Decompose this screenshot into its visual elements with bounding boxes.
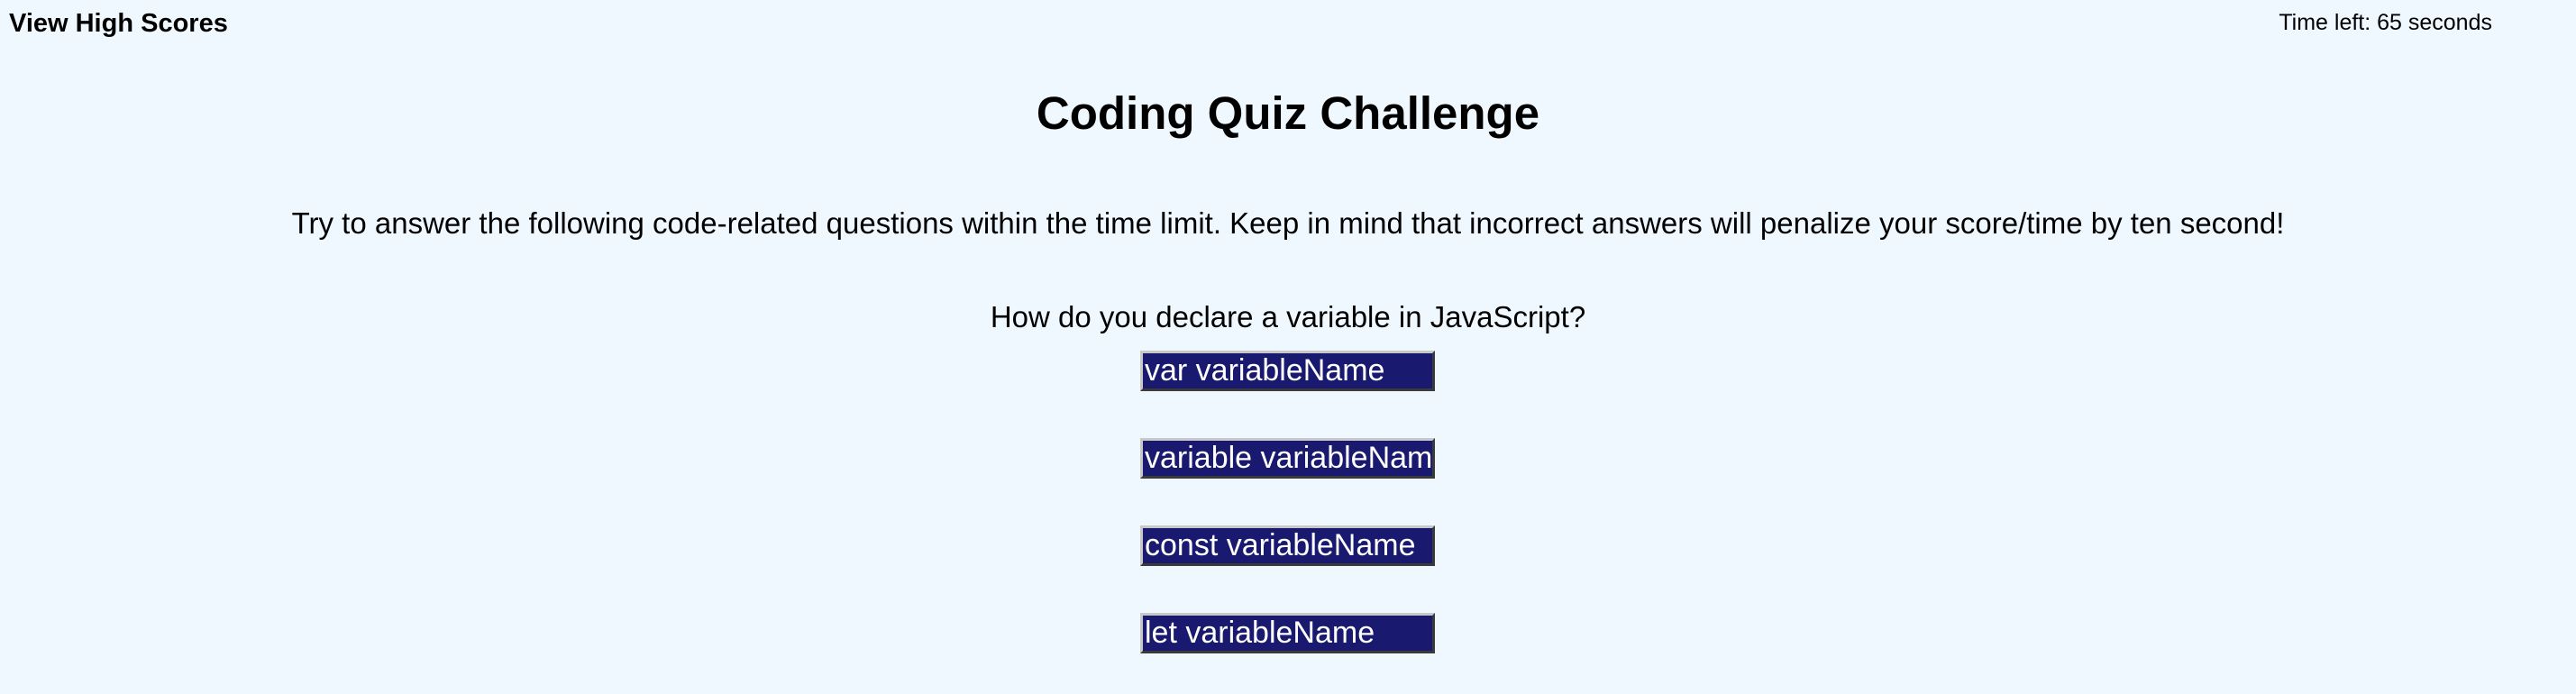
answer-button-let[interactable]: let variableName — [1140, 613, 1435, 653]
question-text: How do you declare a variable in JavaScr… — [990, 300, 1586, 333]
view-high-scores-link[interactable]: View High Scores — [9, 7, 228, 40]
time-left-display: Time left: 65 seconds — [2279, 10, 2492, 35]
page-title: Coding Quiz Challenge — [1036, 87, 1540, 139]
answer-button-variable[interactable]: variable variableName — [1140, 438, 1435, 479]
quiz-instructions: Try to answer the following code-related… — [291, 206, 2285, 240]
answer-button-var[interactable]: var variableName — [1140, 351, 1435, 391]
answer-button-const[interactable]: const variableName — [1140, 525, 1435, 566]
